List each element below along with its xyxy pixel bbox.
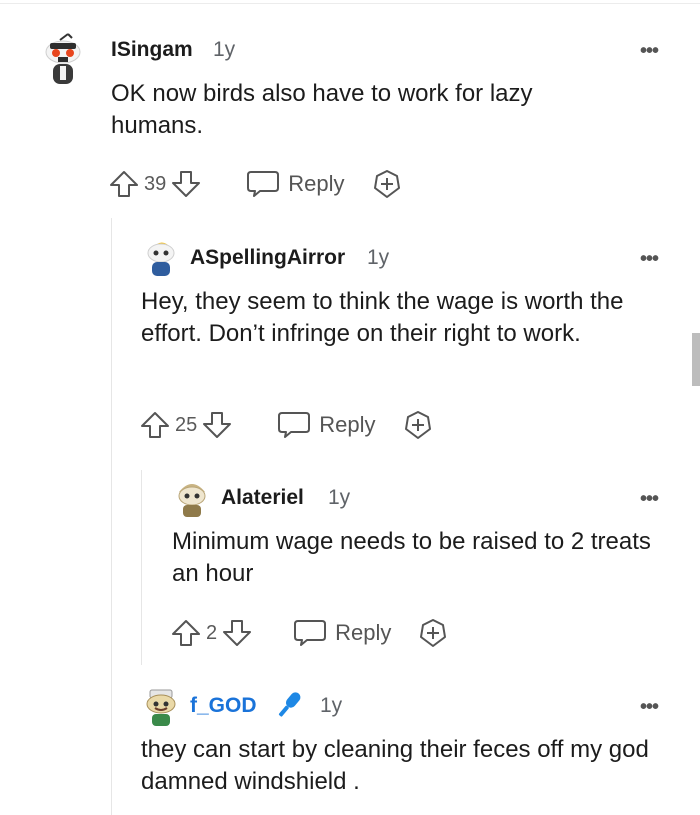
thread-line-l2 bbox=[141, 470, 142, 665]
award-plus-icon[interactable] bbox=[417, 617, 449, 649]
avatar[interactable] bbox=[143, 236, 179, 278]
comment-age: 1y bbox=[328, 486, 351, 509]
microphone-icon bbox=[278, 692, 301, 717]
award-plus-icon[interactable] bbox=[371, 168, 403, 200]
speech-bubble-icon bbox=[247, 171, 280, 197]
scrollbar-thumb[interactable] bbox=[692, 333, 700, 386]
comment-author[interactable]: ASpellingAirror bbox=[190, 246, 345, 270]
vote-score: 25 bbox=[175, 413, 198, 436]
comment-author[interactable]: Alateriel bbox=[221, 486, 304, 510]
comment-actions: 2 Reply bbox=[170, 617, 449, 649]
arrow-up-icon[interactable] bbox=[108, 168, 140, 200]
reply-button[interactable]: Reply bbox=[293, 618, 391, 648]
avatar[interactable] bbox=[142, 686, 180, 728]
arrow-up-icon[interactable] bbox=[139, 409, 171, 441]
reply-button[interactable]: Reply bbox=[246, 169, 345, 199]
top-divider bbox=[0, 3, 700, 4]
comment-actions: 25 Reply bbox=[139, 409, 434, 441]
avatar[interactable] bbox=[38, 32, 88, 86]
arrow-down-icon[interactable] bbox=[221, 617, 253, 649]
reply-label: Reply bbox=[319, 412, 376, 437]
comment-thread: ISingam 1y ••• OK now birds also have to… bbox=[0, 0, 700, 815]
arrow-down-icon[interactable] bbox=[170, 168, 202, 200]
comment-author[interactable]: f_GOD bbox=[190, 694, 257, 718]
award-plus-icon[interactable] bbox=[402, 409, 434, 441]
thread-line-l1 bbox=[111, 218, 112, 815]
vote-score: 39 bbox=[144, 172, 167, 195]
comment-author[interactable]: ISingam bbox=[111, 38, 193, 62]
speech-bubble-icon bbox=[294, 620, 327, 646]
comment-body: OK now birds also have to work for lazy … bbox=[111, 80, 533, 139]
comment-age: 1y bbox=[213, 38, 236, 61]
reply-label: Reply bbox=[335, 620, 392, 645]
vote-score: 2 bbox=[206, 621, 218, 644]
arrow-down-icon[interactable] bbox=[201, 409, 233, 441]
comment-age: 1y bbox=[320, 694, 343, 717]
more-options-button[interactable]: ••• bbox=[640, 41, 659, 61]
speech-bubble-icon bbox=[278, 412, 311, 438]
comment-body: they can start by cleaning their feces o… bbox=[141, 736, 649, 795]
comment-body: Minimum wage needs to be raised to 2 tre… bbox=[172, 528, 651, 587]
arrow-up-icon[interactable] bbox=[170, 617, 202, 649]
reply-label: Reply bbox=[288, 171, 345, 196]
comment-age: 1y bbox=[367, 246, 390, 269]
reply-button[interactable]: Reply bbox=[277, 410, 376, 440]
comment-body: Hey, they seem to think the wage is wort… bbox=[141, 288, 624, 347]
more-options-button[interactable]: ••• bbox=[640, 489, 659, 509]
more-options-button[interactable]: ••• bbox=[640, 697, 659, 717]
comment-actions: 39 Reply bbox=[108, 168, 403, 200]
more-options-button[interactable]: ••• bbox=[640, 249, 659, 269]
avatar[interactable] bbox=[174, 478, 210, 518]
